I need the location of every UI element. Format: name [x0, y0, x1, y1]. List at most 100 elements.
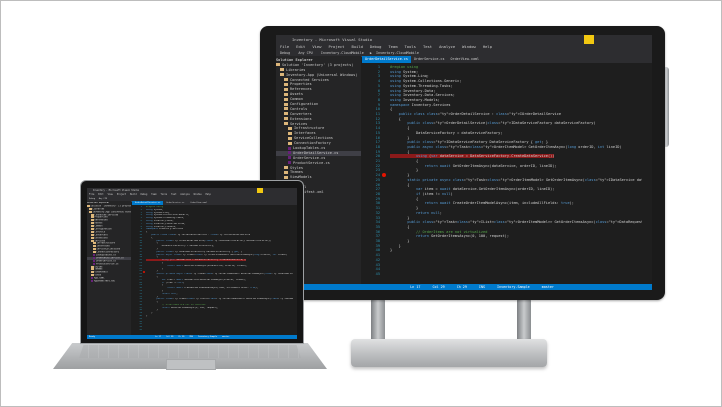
folder-icon [91, 228, 94, 231]
folder-icon [91, 233, 94, 236]
code-line: public async class="ty">Task<class="ty">… [156, 253, 288, 256]
menu-analyze[interactable]: Analyze [180, 193, 189, 196]
menu-edit[interactable]: Edit [98, 193, 103, 196]
code-area[interactable]: #region using using System; using System.L… [146, 206, 293, 318]
menu-help[interactable]: Help [206, 193, 211, 196]
status-repo[interactable]: master [542, 285, 554, 289]
status-ch: Ch 29 [178, 336, 185, 338]
menu-file[interactable]: File [89, 193, 94, 196]
toolbar-platform[interactable]: Any CPU [99, 198, 107, 200]
status-line: Ln 17 [155, 336, 162, 338]
folder-icon [284, 166, 288, 170]
folder-icon [91, 268, 94, 271]
editor-tab[interactable]: OrderService.cs [411, 56, 448, 63]
toolbar-platform[interactable]: Any CPU [298, 51, 312, 55]
live-share-icon[interactable] [584, 35, 594, 44]
laptop-ide-window: Inventory - Microsoft Visual Studio File… [87, 188, 297, 339]
menu-tools[interactable]: Tools [405, 44, 416, 49]
folder-icon [87, 204, 90, 207]
folder-icon [91, 265, 94, 268]
csharp-file-icon [93, 259, 95, 262]
folder-icon [284, 82, 288, 86]
menu-test[interactable]: Test [423, 44, 432, 49]
explorer-item-label: Extensions [290, 116, 312, 121]
toolbar-startup[interactable]: Inventory.CloudMobile [321, 51, 364, 55]
folder-icon [93, 248, 96, 251]
folder-icon [89, 207, 92, 210]
folder-icon [284, 78, 288, 82]
folder-icon [288, 131, 292, 135]
folder-icon [89, 210, 92, 213]
menu-tools[interactable]: Tools [161, 193, 168, 196]
explorer-item-label: Libraries [286, 67, 306, 72]
menu-project[interactable]: Project [328, 44, 344, 49]
menu-team[interactable]: Team [151, 193, 156, 196]
explorer-item-label: ProductService.cs [293, 160, 330, 165]
status-repo[interactable]: master [222, 336, 229, 338]
explorer-item-label: ViewModels [290, 175, 312, 180]
breakpoint-icon[interactable] [382, 173, 386, 178]
code-line: public class="ty">Task<class="ty">IList<… [407, 220, 642, 225]
ide-title: Inventory - Microsoft Visual Studio [93, 189, 140, 192]
csharp-file-icon [93, 262, 95, 265]
code-editor[interactable]: OrderDetailService.cs OrderService.cs Orde… [362, 56, 652, 284]
menu-team[interactable]: Team [388, 44, 397, 49]
explorer-item-label: Connected Services [290, 77, 329, 82]
menu-edit[interactable]: Edit [296, 44, 305, 49]
explorer-item[interactable]: AppxManifest.xml [87, 280, 131, 283]
editor-tab[interactable]: OrderService.cs [163, 201, 187, 205]
monitor-ide-window: Inventory - Microsoft Visual Studio File… [276, 35, 652, 290]
editor-tab[interactable]: OrderView.xaml [187, 201, 210, 205]
menu-help[interactable]: Help [483, 44, 492, 49]
monitor-stand-base [351, 339, 547, 367]
code-editor[interactable]: OrderDetailService.cs OrderService.cs Orde… [132, 201, 297, 335]
status-ready: Ready [89, 336, 96, 338]
folder-icon [91, 219, 94, 222]
editor-tab[interactable]: OrderView.xaml [448, 56, 483, 63]
editor-tab[interactable]: OrderDetailService.cs [362, 56, 411, 63]
csharp-file-icon [288, 161, 291, 165]
status-branch[interactable]: Inventory.Sample [198, 336, 217, 338]
menu-file[interactable]: File [280, 44, 289, 49]
status-branch[interactable]: Inventory.Sample [497, 285, 530, 289]
menu-window[interactable]: Window [194, 193, 202, 196]
menu-analyze[interactable]: Analyze [439, 44, 455, 49]
folder-icon [91, 239, 94, 242]
folder-icon [91, 236, 94, 239]
folder-icon [288, 126, 292, 130]
menu-debug[interactable]: Debug [370, 44, 381, 49]
menu-debug[interactable]: Debug [141, 193, 148, 196]
explorer-item-label: ServiceCollections [294, 136, 333, 141]
toolbar-run[interactable]: Inventory.CloudMobile [376, 51, 419, 55]
folder-icon [284, 122, 288, 126]
menu-window[interactable]: Window [462, 44, 476, 49]
menu-build[interactable]: Build [130, 193, 137, 196]
csharp-file-icon [93, 256, 95, 259]
code-line: } [390, 248, 393, 253]
menu-view[interactable]: View [108, 193, 113, 196]
explorer-item-label: Properties [290, 82, 312, 87]
explorer-item-label: Styles [290, 165, 303, 170]
explorer-item-label: Controls [290, 106, 308, 111]
explorer-item-label: References [290, 87, 312, 92]
editor-tab[interactable]: OrderDetailService.cs [132, 201, 164, 205]
menu-view[interactable]: View [312, 44, 321, 49]
folder-icon [93, 242, 96, 245]
toolbar-config[interactable]: Debug [89, 198, 95, 200]
code-line: } [146, 315, 148, 318]
stand-gap [385, 299, 517, 339]
menu-test[interactable]: Test [171, 193, 176, 196]
folder-icon [284, 117, 288, 121]
laptop-trackpad [166, 359, 216, 370]
line-number: 45 [139, 329, 142, 332]
folder-icon [284, 102, 288, 106]
menu-build[interactable]: Build [351, 44, 362, 49]
toolbar-config[interactable]: Debug [280, 51, 290, 55]
folder-icon [284, 112, 288, 116]
code-line: static private async class="ty">Task<cla… [156, 273, 293, 276]
explorer-item-label: Solution 'Inventory' (3 projects) [282, 62, 354, 67]
line-number: 45 [375, 271, 380, 276]
menu-project[interactable]: Project [117, 193, 126, 196]
folder-icon [91, 216, 94, 219]
code-area[interactable]: #region using using System; using System.L… [390, 65, 642, 253]
